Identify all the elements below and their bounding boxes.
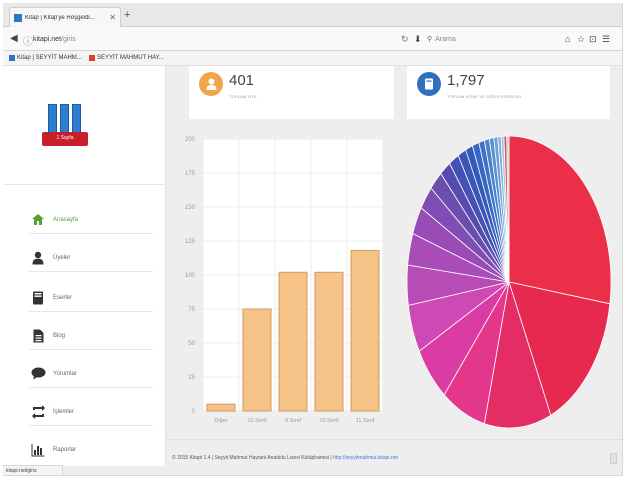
library-logo[interactable]: 1 Sayfa bbox=[40, 104, 90, 156]
sidebar-item-anasayfa[interactable]: Anasayfa bbox=[29, 206, 153, 234]
bookmarks-bar: Kitap | SEYYİT MAHM... SEYYİT MAHMUT HAY… bbox=[3, 51, 622, 66]
sidebar-item-label: İşlemler bbox=[53, 408, 75, 415]
y-tick-label: 200 bbox=[185, 137, 196, 143]
bar-3 bbox=[314, 271, 344, 412]
bookmark-favicon-icon bbox=[9, 55, 15, 61]
bookmark-favicon-icon bbox=[89, 55, 95, 61]
bar-2 bbox=[278, 271, 308, 412]
browser-window: Kitap | Kitap'ye Hoşgeldi... ✕ + ◀ ⓘ kit… bbox=[3, 3, 623, 476]
home-toolbar-icon[interactable]: ⌂ bbox=[565, 34, 570, 44]
lock-icon[interactable]: ⊡ bbox=[589, 34, 597, 45]
x-tick-label: 10.Sınıf bbox=[320, 418, 339, 424]
logo-banner-text: 1 Sayfa bbox=[56, 135, 74, 141]
url-bar[interactable]: kitapi.net/giris bbox=[33, 31, 413, 47]
scroll-button[interactable] bbox=[610, 453, 617, 464]
url-path: /giris bbox=[61, 35, 76, 43]
bar-chart-icon bbox=[29, 441, 47, 459]
search-icon: ⚲ bbox=[427, 36, 433, 43]
close-tab-icon[interactable]: ✕ bbox=[109, 13, 116, 22]
y-tick-label: 50 bbox=[188, 341, 195, 347]
y-tick-label: 25 bbox=[188, 375, 195, 381]
site-info-icon[interactable]: ⓘ bbox=[23, 33, 33, 48]
tab-bar: Kitap | Kitap'ye Hoşgeldi... ✕ + bbox=[3, 3, 622, 27]
users-label: TOPLAM ÜYE bbox=[229, 94, 257, 99]
class-bar-chart: 0 25 50 75 100 125 150 175 200 Diğer 12.Sınıf 9.Sın… bbox=[185, 137, 384, 424]
x-tick-label: 9.Sınıf bbox=[285, 418, 301, 424]
user-icon bbox=[206, 78, 216, 90]
y-tick-label: 0 bbox=[192, 409, 196, 415]
menu-icon[interactable]: ☰ bbox=[602, 34, 610, 45]
bookmark-star-icon[interactable]: ☆ bbox=[577, 34, 585, 45]
sidebar: 1 Sayfa Anasayfa Üyeler Eserler Blog Yor… bbox=[3, 66, 166, 466]
bookmark-label: SEYYİT MAHMUT HAY... bbox=[97, 55, 164, 61]
books-circle bbox=[417, 72, 441, 96]
pie-slice-0 bbox=[508, 135, 612, 305]
comment-icon bbox=[29, 365, 47, 383]
home-icon bbox=[29, 211, 47, 229]
stat-card-users: 401 TOPLAM ÜYE bbox=[189, 66, 394, 119]
screenshot-frame: Kitap | Kitap'ye Hoşgeldi... ✕ + ◀ ⓘ kit… bbox=[0, 0, 632, 479]
y-tick-label: 100 bbox=[185, 273, 196, 279]
new-tab-button[interactable]: + bbox=[124, 9, 130, 21]
exchange-icon bbox=[29, 403, 47, 421]
bookmark-label: Kitap | SEYYİT MAHM... bbox=[17, 55, 82, 61]
url-domain: kitapi.net bbox=[33, 35, 62, 43]
sidebar-item-label: Üyeler bbox=[53, 254, 71, 261]
users-circle bbox=[199, 72, 223, 96]
users-count: 401 bbox=[229, 72, 255, 89]
divider bbox=[3, 184, 166, 185]
sidebar-item-label: Yorumlar bbox=[53, 370, 77, 377]
books-count: 1,797 bbox=[447, 72, 485, 89]
sidebar-item-yorumlar[interactable]: Yorumlar bbox=[29, 360, 153, 388]
footer-copyright: © 2015 Kitapi 1.4 | Seyyit Mahmut Hayran… bbox=[172, 455, 332, 461]
back-arrow-icon[interactable]: ◀ bbox=[10, 33, 18, 44]
download-icon[interactable]: ⬇ bbox=[414, 34, 422, 45]
sidebar-item-label: Raporlar bbox=[53, 447, 77, 453]
books-label: TOPLAM KİTAP VE DİĞER ESERLER bbox=[447, 94, 522, 99]
navigation-bar: ◀ ⓘ kitapi.net/giris ↻ ⬇ ⚲ Arama ⌂ ☆ ⊡ ☰ bbox=[3, 27, 622, 51]
book-icon bbox=[29, 289, 47, 307]
bar-1 bbox=[242, 308, 272, 412]
bar-0 bbox=[206, 403, 236, 412]
stat-card-books: 1,797 TOPLAM KİTAP VE DİĞER ESERLER bbox=[407, 66, 610, 119]
x-tick-label: Diğer bbox=[214, 418, 227, 424]
reload-icon[interactable]: ↻ bbox=[401, 34, 409, 45]
sidebar-item-eserler[interactable]: Eserler bbox=[29, 284, 153, 312]
x-tick-label: 12.Sınıf bbox=[248, 418, 267, 424]
footer: © 2015 Kitapi 1.4 | Seyyit Mahmut Hayran… bbox=[166, 439, 622, 475]
y-tick-label: 175 bbox=[185, 171, 196, 177]
page-content: 1 Sayfa Anasayfa Üyeler Eserler Blog Yor… bbox=[3, 66, 622, 475]
tab-title: Kitap | Kitap'ye Hoşgeldi... bbox=[25, 14, 95, 21]
y-tick-label: 75 bbox=[188, 307, 195, 313]
search-input[interactable]: ⚲ Arama bbox=[427, 31, 547, 47]
sidebar-item-label: Blog bbox=[53, 332, 66, 339]
browser-tab[interactable]: Kitap | Kitap'ye Hoşgeldi... ✕ bbox=[9, 7, 121, 27]
tab-favicon-icon bbox=[14, 13, 22, 22]
footer-link[interactable]: http://seyyitmahmut.kitapi.net bbox=[333, 455, 398, 461]
bookmark-item[interactable]: SEYYİT MAHMUT HAY... bbox=[89, 55, 164, 61]
category-pie-chart bbox=[406, 135, 612, 429]
sidebar-item-islemler[interactable]: İşlemler bbox=[29, 398, 153, 426]
document-icon bbox=[29, 327, 47, 345]
sidebar-item-label: Anasayfa bbox=[53, 216, 79, 223]
user-icon bbox=[29, 249, 47, 267]
sidebar-item-raporlar[interactable]: Raporlar bbox=[29, 436, 153, 464]
y-tick-label: 150 bbox=[185, 205, 196, 211]
bar-4 bbox=[350, 250, 380, 412]
status-bar: kitapi.net/giris bbox=[3, 465, 63, 475]
book-icon bbox=[425, 78, 433, 90]
footer-text: © 2015 Kitapi 1.4 | Seyyit Mahmut Hayran… bbox=[172, 455, 398, 461]
y-tick-label: 125 bbox=[185, 239, 196, 245]
search-placeholder: Arama bbox=[435, 35, 456, 43]
sidebar-item-uyeler[interactable]: Üyeler bbox=[29, 244, 153, 272]
bookmark-item[interactable]: Kitap | SEYYİT MAHM... bbox=[9, 55, 82, 61]
x-tick-label: 11.Sınıf bbox=[356, 418, 375, 424]
sidebar-item-label: Eserler bbox=[53, 294, 73, 301]
sidebar-item-blog[interactable]: Blog bbox=[29, 322, 153, 350]
